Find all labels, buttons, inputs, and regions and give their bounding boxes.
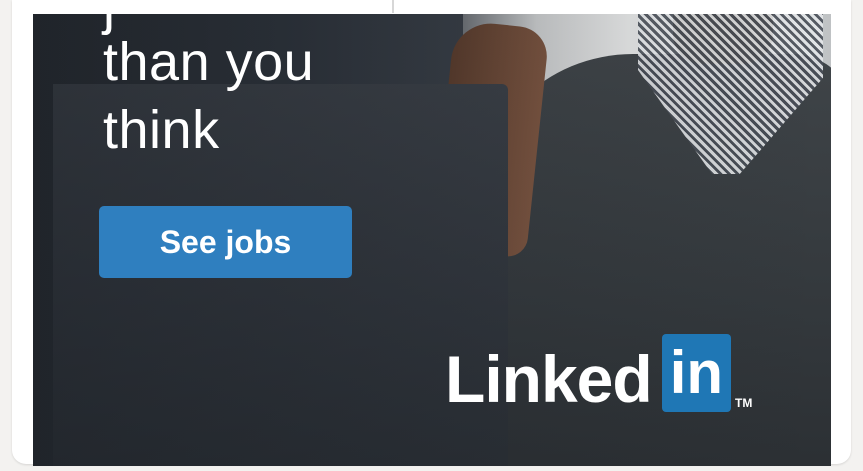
see-jobs-button[interactable]: See jobs <box>99 206 352 278</box>
ad-headline-partial-line: j <box>103 14 116 40</box>
ad-headline-line-1: than you <box>103 32 315 92</box>
card-top-divider <box>392 0 394 13</box>
linkedin-logo: Linked in TM <box>445 332 752 412</box>
ad-headline-line-2: think <box>103 100 220 160</box>
linkedin-ad-banner[interactable]: j than you think See jobs Linked in TM <box>33 14 831 466</box>
page-background: j than you think See jobs Linked in TM <box>0 0 863 471</box>
linkedin-logo-in-box: in <box>661 334 732 412</box>
linkedin-logo-text: Linked <box>445 342 653 416</box>
linkedin-logo-trademark: TM <box>735 396 753 410</box>
ad-headline: j than you think <box>103 14 315 164</box>
